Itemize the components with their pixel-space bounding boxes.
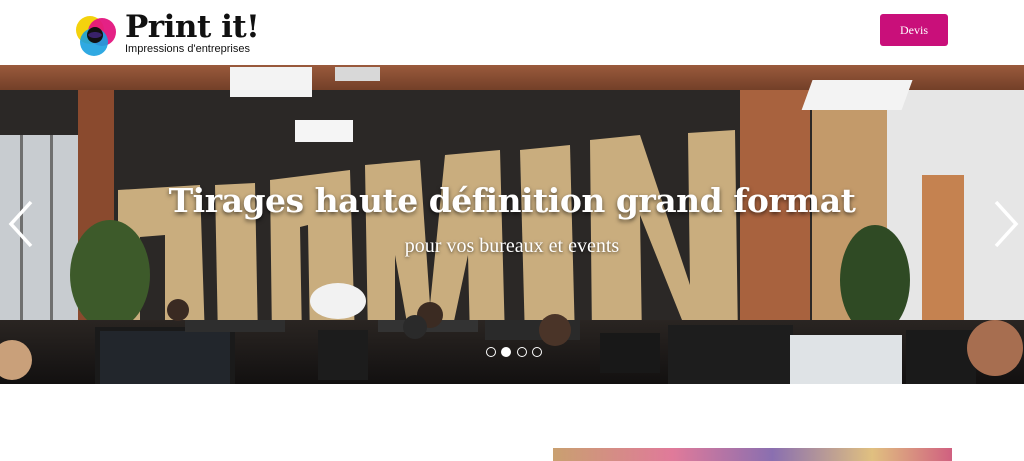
- hero-carousel: Tirages haute définition grand format po…: [0, 65, 1024, 384]
- logo[interactable]: Print it! Impressions d'entreprises: [74, 9, 264, 58]
- hero-background-image: [0, 65, 1024, 384]
- site-header: Print it! Impressions d'entreprises Devi…: [0, 0, 1024, 65]
- logo-title: Print it!: [125, 9, 260, 45]
- hero-subtitle: pour vos bureaux et events: [404, 235, 620, 257]
- logo-circles-icon: [76, 16, 116, 56]
- hero-title: Tirages haute définition grand format: [168, 181, 856, 220]
- chevron-left-icon[interactable]: [5, 198, 39, 250]
- carousel-dot-active[interactable]: [501, 347, 511, 357]
- carousel-dot[interactable]: [517, 347, 527, 357]
- devis-button[interactable]: Devis: [880, 14, 948, 46]
- carousel-dot[interactable]: [532, 347, 542, 357]
- section-image: [553, 448, 952, 461]
- carousel-indicators: [484, 347, 544, 359]
- logo-subtitle: Impressions d'entreprises: [125, 43, 250, 55]
- chevron-right-icon[interactable]: [988, 198, 1022, 250]
- carousel-dot[interactable]: [486, 347, 496, 357]
